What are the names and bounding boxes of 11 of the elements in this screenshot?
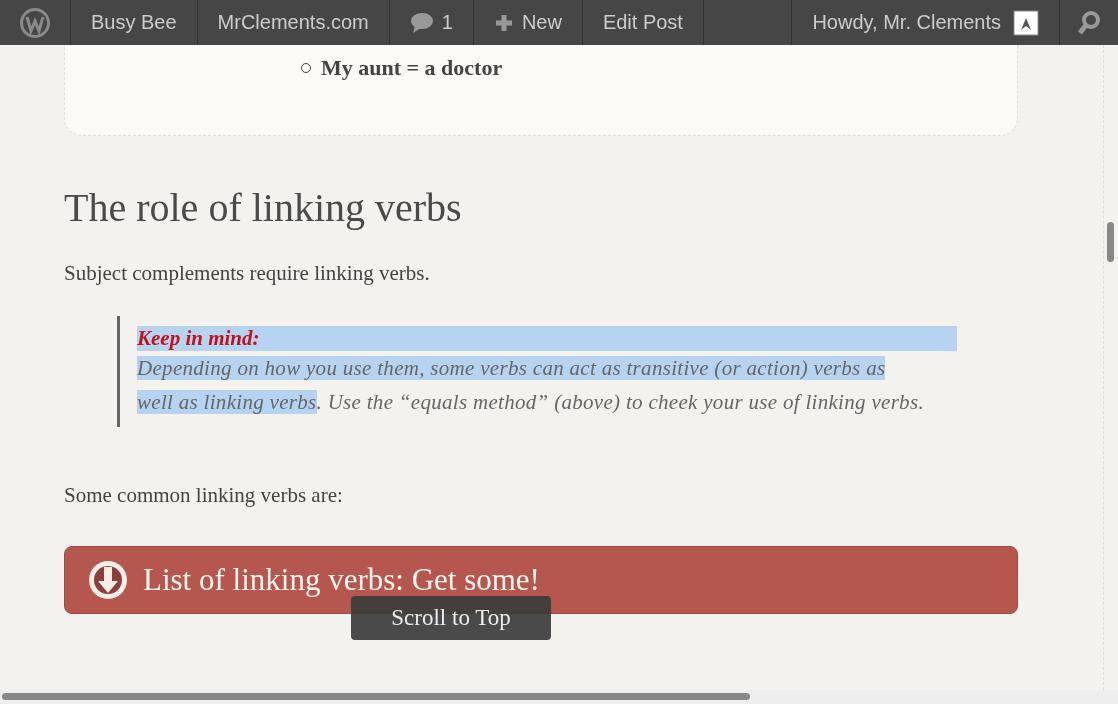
callout-title: Keep in mind:	[137, 326, 260, 351]
speech-bubble-icon	[409, 11, 434, 34]
horizontal-scrollbar[interactable]	[0, 690, 1118, 704]
plus-icon	[493, 12, 514, 33]
section-heading: The role of linking verbs	[64, 184, 463, 231]
list-item: My aunt = a doctor	[321, 55, 503, 81]
avatar-icon	[1013, 9, 1039, 36]
paragraph: Subject complements require linking verbs.	[64, 261, 431, 286]
paragraph: Some common linking verbs are:	[64, 483, 344, 508]
scroll-to-top-button[interactable]: Scroll to Top	[351, 596, 551, 640]
callout-text: Depending on how you use them, some verbs can act as transitive (or action) verbs as well as linking verbs. Use the “equals method” (above) to cheek your use of linking verbs.	[137, 355, 925, 416]
